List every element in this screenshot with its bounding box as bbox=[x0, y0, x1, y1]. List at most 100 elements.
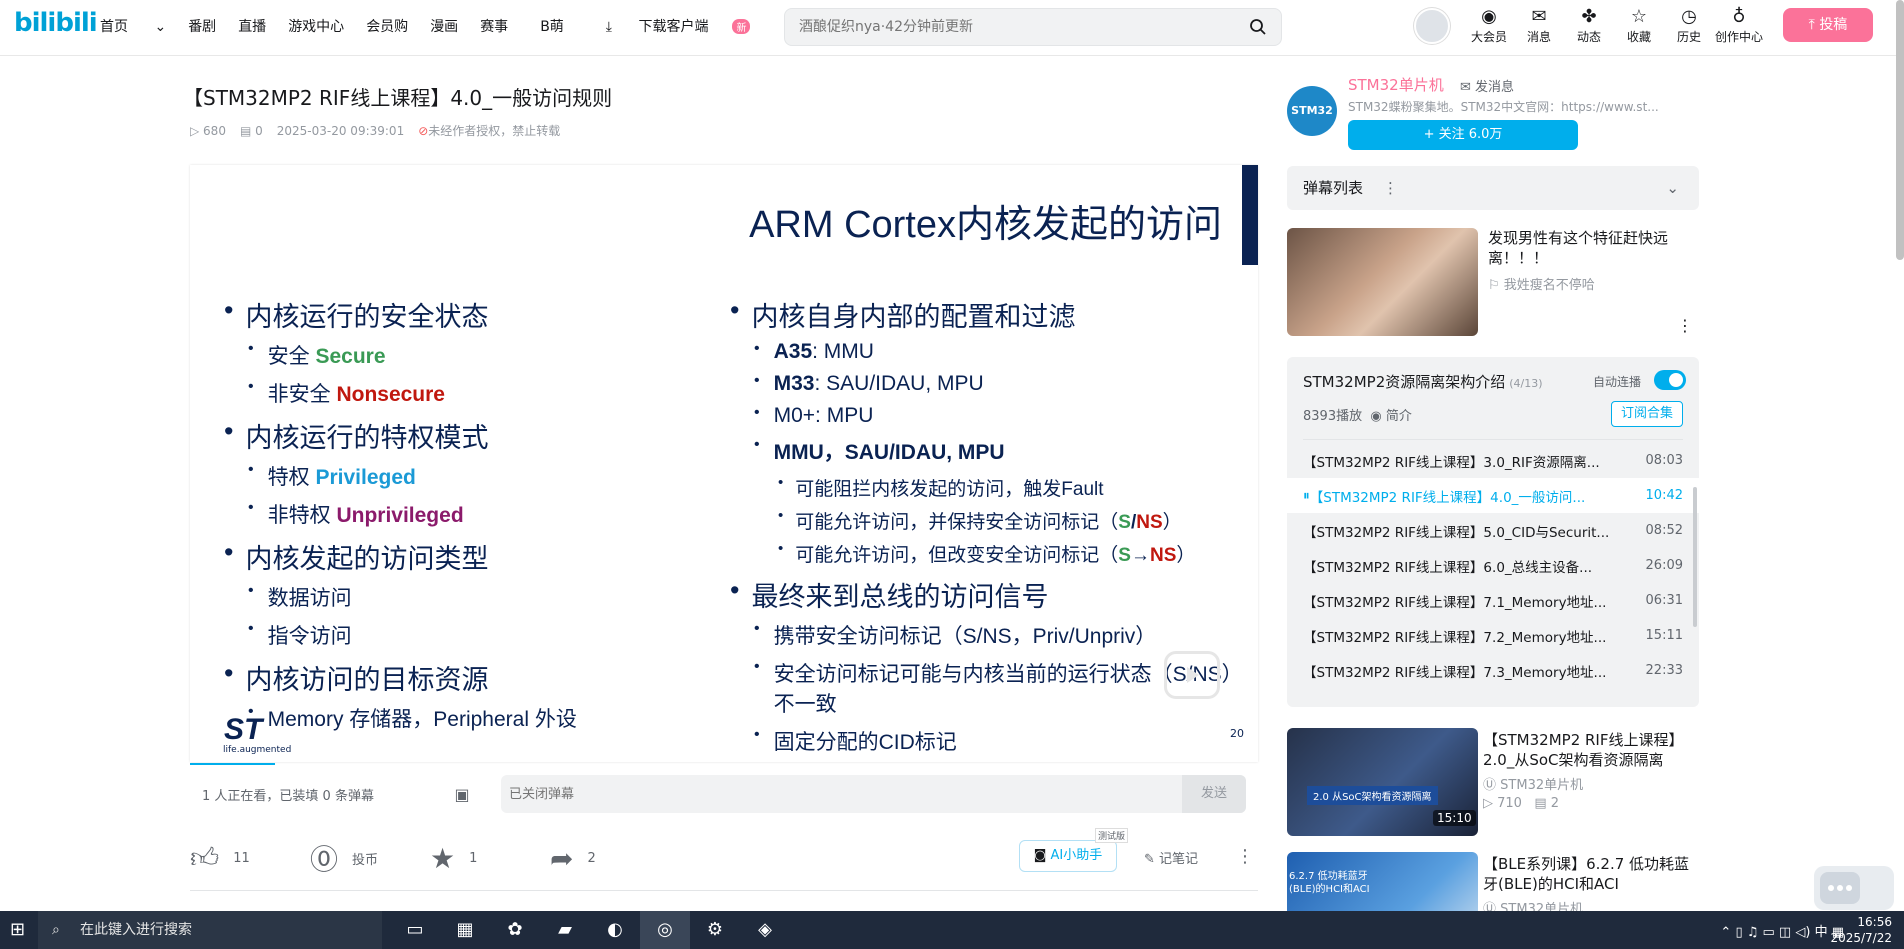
slide-bullet: 特权 Privileged bbox=[248, 461, 684, 491]
paint-icon[interactable]: ✿ bbox=[490, 911, 540, 949]
collection-item[interactable]: 【STM32MP2 RIF线上课程】5.0_CID与Securit... 08:5… bbox=[1287, 513, 1699, 548]
publish-date: 2025-03-20 09:39:01 bbox=[276, 123, 405, 138]
user-avatar[interactable] bbox=[1414, 8, 1450, 44]
taskbar-clock[interactable]: 16:56 2025/7/22 bbox=[1830, 914, 1892, 946]
collection-item[interactable]: 【STM32MP2 RIF线上课程】3.0_RIF资源隔离... 08:03 bbox=[1287, 443, 1699, 478]
file-explorer-icon[interactable]: ▰ bbox=[540, 911, 590, 949]
danmaku-input[interactable] bbox=[501, 775, 1151, 813]
recommend-thumbnail[interactable]: 2.0 从SoC架构看资源隔离 15:10 bbox=[1287, 728, 1478, 836]
recommend-card[interactable]: 6.2.7 低功耗蓝牙(BLE)的HCI和ACI 【BLE系列课】6.2.7 低… bbox=[1287, 852, 1699, 911]
nav-creator[interactable]: ♁ 创作中心 bbox=[1714, 6, 1764, 45]
nav-label: 创作中心 bbox=[1714, 30, 1763, 44]
uploader-avatar[interactable]: STM32 bbox=[1287, 86, 1337, 136]
recommend-author[interactable]: Ⓤ STM32单片机 bbox=[1483, 898, 1583, 911]
autoplay-toggle[interactable] bbox=[1654, 370, 1686, 390]
bilibili-logo[interactable]: bilibili bbox=[14, 8, 98, 38]
task-view-icon[interactable]: ▭ bbox=[390, 911, 440, 949]
send-button[interactable]: 发送 bbox=[1182, 775, 1246, 813]
forbid-icon: ⊘ bbox=[418, 124, 429, 138]
thumb-caption: 6.2.7 低功耗蓝牙(BLE)的HCI和ACI bbox=[1289, 871, 1370, 895]
upload-button[interactable]: ⤒ 投稿 bbox=[1783, 8, 1873, 42]
taskbar-search[interactable]: ⌕ 在此键入进行搜索 bbox=[38, 911, 382, 949]
app-icon[interactable]: ◈ bbox=[740, 911, 790, 949]
share-button[interactable]: ➦ 2 bbox=[550, 842, 670, 875]
like-button[interactable]: 👍︎ 11 bbox=[190, 841, 310, 875]
nav-message[interactable]: ✉ 消息 bbox=[1514, 6, 1564, 45]
favorite-icon: ☆ bbox=[1630, 6, 1648, 27]
slide-bullet: 数据访问 bbox=[248, 582, 684, 612]
ad-thumbnail[interactable] bbox=[1287, 228, 1478, 336]
follow-button[interactable]: + 关注 6.0万 bbox=[1348, 120, 1578, 150]
more-icon[interactable]: ⋮ bbox=[1236, 846, 1254, 867]
uploader-description: STM32蝶粉聚集地。STM32中文官网：https://www.st... bbox=[1348, 100, 1659, 114]
send-message-link[interactable]: ✉ 发消息 bbox=[1460, 76, 1514, 95]
edge-icon[interactable]: ◐ bbox=[590, 911, 640, 949]
collection-item[interactable]: 【STM32MP2 RIF线上课程】7.1_Memory地址... 06:31 bbox=[1287, 583, 1699, 618]
favorite-button[interactable]: ★ 1 bbox=[430, 842, 550, 875]
nav-dynamic[interactable]: ✤ 动态 bbox=[1564, 6, 1614, 45]
chevron-down-icon: ⌄ bbox=[1666, 179, 1679, 197]
video-duration: 15:10 bbox=[1433, 810, 1476, 826]
nav-game-center[interactable]: 游戏中心 bbox=[288, 16, 344, 36]
more-icon[interactable]: ⋮ bbox=[1383, 166, 1398, 210]
nav-manga[interactable]: 漫画 bbox=[430, 16, 458, 36]
search-input[interactable] bbox=[785, 9, 1225, 45]
nav-history[interactable]: ◷ 历史 bbox=[1664, 6, 1714, 45]
danmaku-toggle-icon[interactable]: ▣ bbox=[442, 785, 482, 804]
ad-title[interactable]: 发现男性有这个特征赶快远离！！！ bbox=[1488, 228, 1698, 268]
thumb-caption: 2.0 从SoC架构看资源隔离 bbox=[1307, 786, 1438, 805]
star-icon: ★ bbox=[430, 841, 456, 875]
uploader-name[interactable]: STM32单片机 bbox=[1348, 74, 1444, 95]
settings-icon[interactable]: ⚙ bbox=[690, 911, 740, 949]
collection-item[interactable]: ⏸ 【STM32MP2 RIF线上课程】4.0_一般访问... 10:42 bbox=[1287, 478, 1699, 513]
coin-button[interactable]: ⓪ 投币 bbox=[310, 838, 430, 878]
ad-card[interactable]: 发现男性有这个特征赶快远离！！！ ⚐ 我姓瘦名不停哈 ⋮ bbox=[1287, 228, 1699, 338]
calculator-icon[interactable]: ▦ bbox=[440, 911, 490, 949]
slide-bullet: 非安全 Nonsecure bbox=[248, 378, 684, 408]
chat-float-button[interactable] bbox=[1814, 866, 1894, 910]
ai-assistant-button[interactable]: ◙ AI小助手 bbox=[1019, 840, 1117, 872]
collection-item[interactable]: 【STM32MP2 RIF线上课程】6.0_总线主设备... 26:09 bbox=[1287, 548, 1699, 583]
chrome-icon[interactable]: ◎ bbox=[640, 911, 690, 949]
progress-bar[interactable] bbox=[190, 763, 276, 765]
nav-label: 收藏 bbox=[1626, 30, 1651, 44]
nav-download-client[interactable]: ⤓ 下载客户端新 bbox=[606, 16, 773, 36]
recommend-title[interactable]: 【BLE系列课】6.2.7 低功耗蓝牙(BLE)的HCI和ACI bbox=[1483, 854, 1698, 894]
recommend-title[interactable]: 【STM32MP2 RIF线上课程】2.0_从SoC架构看资源隔离 bbox=[1483, 730, 1698, 770]
nav-esports[interactable]: 赛事 bbox=[480, 16, 508, 36]
rights-notice: ⊘未经作者授权，禁止转载 bbox=[418, 124, 561, 138]
windows-start-icon[interactable]: ⊞ bbox=[10, 919, 25, 940]
subscribe-collection-button[interactable]: 订阅合集 bbox=[1611, 401, 1683, 427]
nav-favorite[interactable]: ☆ 收藏 bbox=[1614, 6, 1664, 45]
recommend-author[interactable]: Ⓤ STM32单片机 bbox=[1483, 774, 1583, 793]
collection-item[interactable]: 【STM32MP2 RIF线上课程】7.3_Memory地址... 22:33 bbox=[1287, 653, 1699, 688]
video-player[interactable]: ARM Cortex内核发起的访问 内核运行的安全状态安全 Secure 非安全 … bbox=[190, 165, 1258, 762]
taskbar-apps: ▭ ▦ ✿ ▰ ◐ ◎ ⚙ ◈ bbox=[390, 911, 790, 949]
nav-vip[interactable]: ◉ 大会员 bbox=[1464, 6, 1514, 45]
danmaku-input-box[interactable]: 发送 bbox=[501, 775, 1246, 813]
notes-button[interactable]: ✎ 记笔记 bbox=[1144, 848, 1198, 867]
coin-icon: ⓪ bbox=[310, 843, 339, 876]
slide-bullet: 内核运行的特权模式 bbox=[224, 416, 684, 455]
search-box[interactable] bbox=[784, 8, 1282, 46]
recommend-thumbnail[interactable]: 6.2.7 低功耗蓝牙(BLE)的HCI和ACI bbox=[1287, 852, 1478, 911]
page-scrollbar[interactable] bbox=[1896, 0, 1904, 260]
message-icon: ✉ bbox=[1531, 6, 1547, 27]
nav-anime[interactable]: 番剧 bbox=[188, 16, 216, 36]
nav-bmeng[interactable]: B萌 bbox=[540, 16, 564, 36]
collection-item[interactable]: 【STM32MP2 RIF线上课程】7.2_Memory地址... 15:11 bbox=[1287, 618, 1699, 653]
search-icon[interactable] bbox=[1249, 18, 1267, 40]
nav-home[interactable]: 首页 ⌄ bbox=[100, 16, 166, 36]
play-button[interactable] bbox=[1164, 651, 1220, 699]
slide-accent-bar bbox=[1242, 165, 1258, 265]
nav-live[interactable]: 直播 bbox=[238, 16, 266, 36]
collection-scrollbar[interactable] bbox=[1693, 487, 1697, 627]
collection-title[interactable]: STM32MP2资源隔离架构介绍 (4/13) bbox=[1303, 371, 1543, 392]
eye-icon: ◉ bbox=[1370, 409, 1382, 424]
recommend-card[interactable]: 2.0 从SoC架构看资源隔离 15:10 【STM32MP2 RIF线上课程】… bbox=[1287, 728, 1699, 838]
danmaku-list-toggle[interactable]: 弹幕列表 ⋮ ⌄ bbox=[1287, 166, 1699, 210]
nav-shop[interactable]: 会员购 bbox=[366, 16, 408, 36]
more-icon[interactable]: ⋮ bbox=[1677, 316, 1693, 335]
video-meta: ▷ 680 ▤ 0 2025-03-20 09:39:01 ⊘未经作者授权，禁止… bbox=[190, 122, 560, 139]
search-icon: ⌕ bbox=[52, 922, 60, 938]
